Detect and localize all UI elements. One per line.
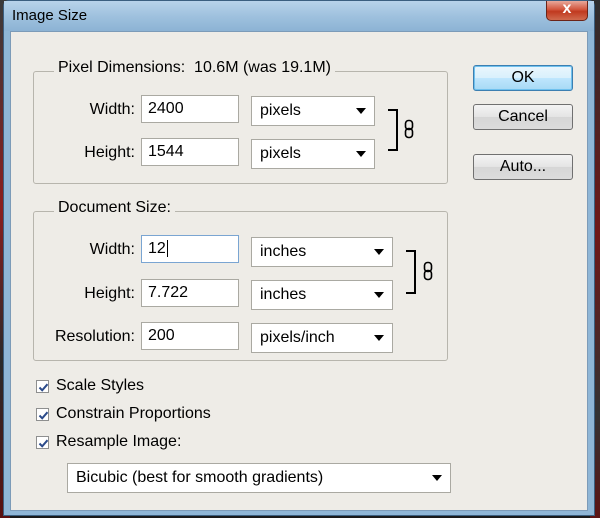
close-button[interactable]: x [546,0,588,21]
chevron-down-icon [432,475,442,481]
doc-width-input[interactable]: 12 [141,235,239,263]
resolution-unit-dropdown[interactable]: pixels/inch [251,323,393,353]
image-size-dialog: Image Size x Pixel Dimensions: 10.6M (wa… [3,0,595,516]
chevron-down-icon [374,249,384,255]
checkmark-icon [38,439,49,448]
resample-method-dropdown[interactable]: Bicubic (best for smooth gradients) [67,463,451,493]
doc-width-label-text: Width: [89,241,135,258]
doc-width-label: Width: [49,241,135,259]
document-size-label: Document Size: [58,199,171,216]
auto-button[interactable]: Auto... [473,154,573,180]
dialog-title: Image Size [12,7,88,24]
doc-height-unit-value: inches [260,286,307,303]
pixel-width-unit-value: pixels [260,102,301,119]
pixel-width-unit-dropdown[interactable]: pixels [251,96,375,126]
pixel-dimensions-group [33,71,448,184]
document-link-bracket [406,250,416,294]
close-icon: x [562,0,572,17]
cancel-button[interactable]: Cancel [473,104,573,130]
chain-link-icon [404,119,414,139]
pixel-width-input[interactable]: 2400 [141,95,239,123]
pixel-height-label-text: Height: [84,144,135,161]
pixel-dimensions-label: Pixel Dimensions: [58,59,186,76]
pixel-width-label: Width: [49,101,135,119]
doc-height-unit-dropdown[interactable]: inches [251,280,393,310]
doc-height-input[interactable]: 7.722 [141,279,239,307]
doc-height-label-text: Height: [84,285,135,302]
doc-width-unit-value: inches [260,243,307,260]
pixel-width-label-text: Width: [89,101,135,118]
checkmark-icon [38,383,49,392]
chevron-down-icon [374,292,384,298]
pixel-dimensions-legend: Pixel Dimensions: 10.6M (was 19.1M) [54,59,335,77]
pixel-height-input[interactable]: 1544 [141,138,239,166]
pixel-height-unit-dropdown[interactable]: pixels [251,139,375,169]
pixel-height-label: Height: [49,144,135,162]
doc-height-label: Height: [49,285,135,303]
chevron-down-icon [374,335,384,341]
title-bar[interactable]: Image Size x [4,0,594,31]
chevron-down-icon [356,108,366,114]
resample-image-checkbox[interactable] [36,436,49,449]
doc-width-unit-dropdown[interactable]: inches [251,237,393,267]
doc-width-value: 12 [148,240,166,257]
scale-styles-label[interactable]: Scale Styles [56,377,144,395]
resample-method-value: Bicubic (best for smooth gradients) [76,469,324,486]
constrain-proportions-label[interactable]: Constrain Proportions [56,405,211,423]
constrain-proportions-checkbox[interactable] [36,408,49,421]
pixel-dimensions-size: 10.6M (was 19.1M) [194,59,331,76]
pixel-height-unit-value: pixels [260,145,301,162]
pixel-link-bracket [388,109,398,151]
chevron-down-icon [356,151,366,157]
scale-styles-checkbox[interactable] [36,380,49,393]
resolution-unit-value: pixels/inch [260,329,335,346]
resolution-input[interactable]: 200 [141,322,239,350]
dialog-body: Pixel Dimensions: 10.6M (was 19.1M) Widt… [10,31,588,511]
chain-link-icon [423,261,433,281]
document-size-legend: Document Size: [54,199,175,217]
resample-image-label[interactable]: Resample Image: [56,433,181,451]
checkmark-icon [38,411,49,420]
resolution-label: Resolution: [39,328,135,346]
ok-button[interactable]: OK [473,65,573,91]
resolution-label-text: Resolution: [54,328,135,345]
text-caret [166,240,168,258]
